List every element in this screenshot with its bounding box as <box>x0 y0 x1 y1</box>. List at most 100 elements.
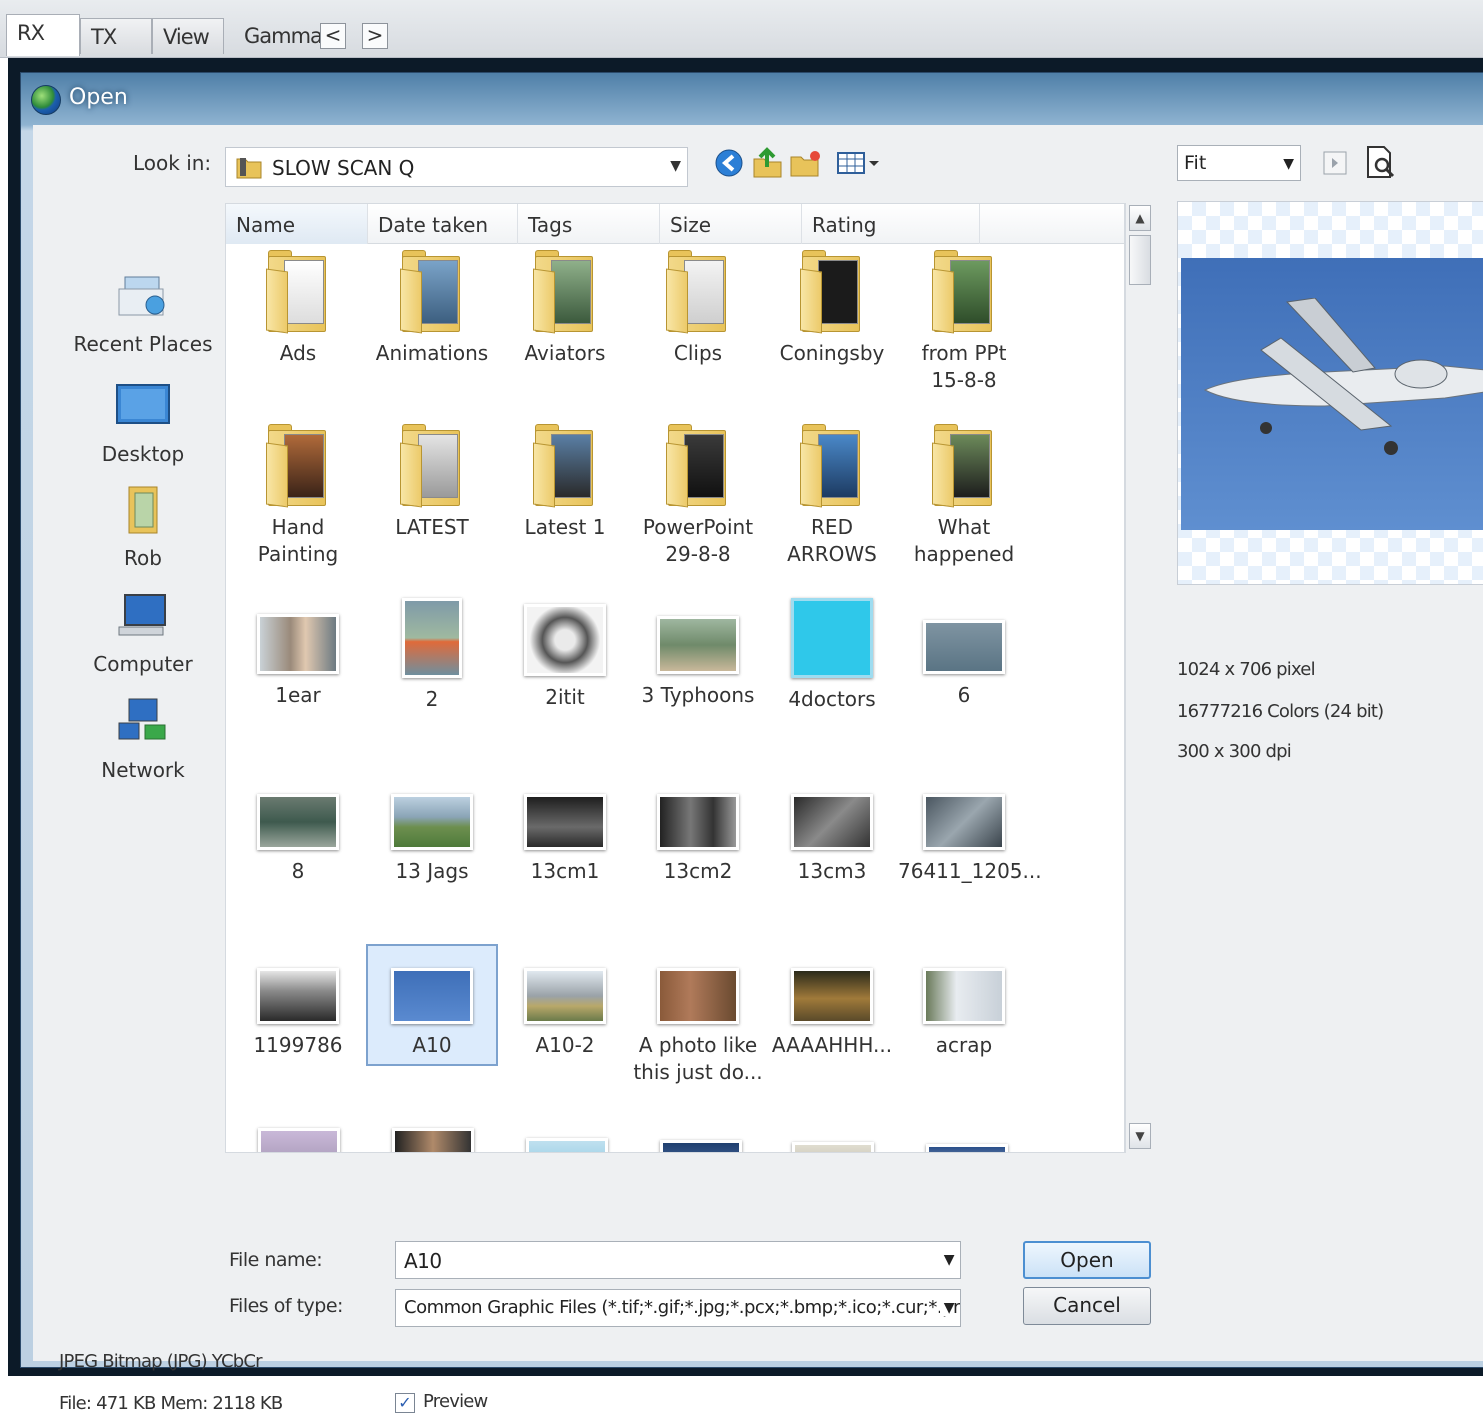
image-thumbnail <box>257 794 339 850</box>
folder-icon <box>533 250 597 334</box>
file-list-scrollbar[interactable]: ▲ ▼ <box>1125 203 1153 1153</box>
scroll-thumb[interactable] <box>1129 235 1151 285</box>
column-label: Name <box>236 213 296 237</box>
prev-button[interactable]: < <box>320 23 346 49</box>
folder-icon <box>666 424 730 508</box>
file-item[interactable]: 2 <box>366 598 498 713</box>
look-in-combo[interactable]: SLOW SCAN Q ▼ <box>225 147 688 187</box>
preview-checkbox[interactable]: ✓ <box>395 1393 415 1413</box>
item-label: 2itit <box>545 685 585 709</box>
column-name[interactable]: Name <box>226 204 368 244</box>
tab-gamma[interactable]: Gamma <box>234 18 323 54</box>
folder-item[interactable]: Ads <box>232 250 364 367</box>
folder-item[interactable]: Hand Painting <box>232 424 364 568</box>
zoom-fit-select[interactable]: Fit ▼ <box>1177 145 1301 181</box>
user-folder-icon <box>128 486 158 534</box>
cancel-button[interactable]: Cancel <box>1023 1287 1151 1325</box>
dialog-client: Look in: SLOW SCAN Q ▼ Recent Places Des… <box>33 125 1483 1414</box>
place-label: Rob <box>124 546 162 570</box>
chevron-down-icon[interactable]: ▼ <box>1283 156 1294 172</box>
file-item[interactable]: 13cm3 <box>766 794 898 885</box>
file-item[interactable]: 13cm1 <box>499 794 631 885</box>
file-item[interactable]: 6 <box>898 620 1030 709</box>
files-of-type-select[interactable]: Common Graphic Files (*.tif;*.gif;*.jpg;… <box>395 1289 961 1327</box>
file-item-selected[interactable]: A10 <box>366 944 498 1066</box>
folder-icon <box>236 158 262 179</box>
image-dimensions: 1024 x 706 pixel <box>1177 659 1316 680</box>
computer-icon <box>118 594 166 636</box>
folder-item[interactable]: PowerPoint 29-8-8 <box>632 424 764 568</box>
column-rating[interactable]: Rating <box>802 204 980 244</box>
item-label: Clips <box>673 341 723 365</box>
folder-item[interactable]: RED ARROWS <box>766 424 898 568</box>
file-item[interactable]: 13cm2 <box>632 794 764 885</box>
folder-item[interactable]: What happened <box>898 424 1030 568</box>
file-item[interactable]: 2itit <box>499 604 631 711</box>
dialog-titlebar[interactable]: Open <box>21 73 1483 125</box>
folder-icon <box>533 424 597 508</box>
file-item[interactable]: 3 Typhoons <box>632 616 764 709</box>
place-network[interactable]: Network <box>63 697 223 782</box>
tab-tx[interactable]: TX <box>80 18 152 54</box>
file-item[interactable]: 13 Jags <box>366 794 498 885</box>
file-item[interactable]: 8 <box>232 794 364 885</box>
column-label: Tags <box>528 213 573 237</box>
views-menu-icon[interactable] <box>835 147 881 179</box>
column-date-taken[interactable]: Date taken <box>368 204 518 244</box>
folder-item[interactable]: Aviators <box>499 250 631 367</box>
item-label: acrap <box>935 1033 993 1057</box>
next-button[interactable]: > <box>362 23 388 49</box>
chevron-down-icon[interactable]: ▼ <box>939 1300 955 1316</box>
back-icon[interactable] <box>713 147 747 179</box>
chevron-down-icon[interactable]: ▼ <box>670 158 681 174</box>
folder-icon <box>400 250 464 334</box>
folder-item[interactable]: Clips <box>632 250 764 367</box>
folder-icon <box>932 424 996 508</box>
folder-item[interactable]: Latest 1 <box>499 424 631 541</box>
item-label: 1ear <box>275 683 321 707</box>
column-tags[interactable]: Tags <box>518 204 660 244</box>
image-thumbnail <box>657 616 739 674</box>
item-label: 13cm3 <box>797 859 867 883</box>
folder-item[interactable]: Animations <box>366 250 498 367</box>
item-label: A10 <box>412 1033 452 1057</box>
item-label: Latest 1 <box>524 515 606 539</box>
up-folder-icon[interactable] <box>751 147 785 179</box>
folder-icon <box>266 424 330 508</box>
play-icon[interactable] <box>1323 151 1347 175</box>
print-preview-icon[interactable] <box>1363 145 1397 179</box>
file-item[interactable]: 4doctors <box>766 598 898 713</box>
tab-view[interactable]: View <box>152 18 224 54</box>
tab-rx[interactable]: RX <box>6 14 80 56</box>
app-tab-strip: RX TX View Gamma < > <box>0 0 1483 58</box>
dialog-title: Open <box>69 85 128 110</box>
file-item[interactable]: 1199786 <box>232 968 364 1059</box>
new-folder-icon[interactable] <box>789 147 823 179</box>
place-desktop[interactable]: Desktop <box>63 381 223 466</box>
file-item[interactable]: 1ear <box>232 614 364 709</box>
item-label: RED ARROWS <box>787 515 877 566</box>
file-item[interactable]: A photo like this just do... <box>632 968 764 1086</box>
place-computer[interactable]: Computer <box>63 591 223 676</box>
item-label: 1199786 <box>253 1033 343 1057</box>
folder-item[interactable]: from PPt 15-8-8 <box>898 250 1030 394</box>
file-item[interactable]: 76411_1205... <box>898 794 1042 885</box>
scroll-down-icon[interactable]: ▼ <box>1129 1123 1151 1149</box>
folder-item[interactable]: Coningsby <box>766 250 898 367</box>
column-size[interactable]: Size <box>660 204 802 244</box>
open-button[interactable]: Open <box>1023 1241 1151 1279</box>
item-label: Ads <box>279 341 317 365</box>
file-item[interactable]: AAAAHHH... <box>766 968 898 1059</box>
folder-item[interactable]: LATEST <box>366 424 498 541</box>
file-list[interactable]: Name Date taken Tags Size Rating Ads Ani… <box>225 203 1125 1153</box>
file-name-input[interactable]: A10 ▼ <box>395 1241 961 1279</box>
file-item[interactable]: acrap <box>898 968 1030 1059</box>
file-item[interactable]: A10-2 <box>499 968 631 1059</box>
place-rob[interactable]: Rob <box>63 485 223 570</box>
network-icon <box>118 698 166 740</box>
scroll-up-icon[interactable]: ▲ <box>1129 205 1151 231</box>
image-thumbnail <box>391 794 473 850</box>
folder-icon <box>800 424 864 508</box>
chevron-down-icon[interactable]: ▼ <box>944 1252 955 1268</box>
place-recent-places[interactable]: Recent Places <box>63 271 223 356</box>
